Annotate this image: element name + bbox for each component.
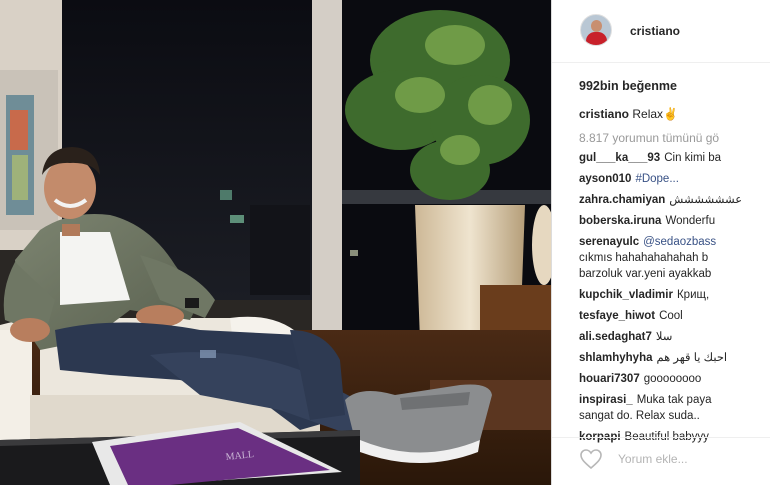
avatar[interactable] (580, 14, 612, 46)
post-header: cristiano (552, 0, 770, 63)
caption: cristiano Relax✌ (579, 107, 678, 121)
view-all-comments-link[interactable]: 8.817 yorumun tümünü gö (579, 131, 719, 145)
comment-username[interactable]: tesfaye_hiwot (579, 310, 655, 322)
add-comment-input[interactable]: Yorum ekle... (618, 452, 688, 466)
comment-item: gul___ka___93 Cin kimi ba (579, 150, 770, 166)
comment-username[interactable]: boberska.iruna (579, 215, 661, 227)
comment-text: Крищ, (676, 289, 710, 301)
comment-item: ali.sedaghat7 سلا (579, 329, 770, 345)
photo-scene: MALL (0, 0, 551, 485)
comment-hashtag[interactable]: #Dope... (635, 173, 678, 185)
comment-text: Wonderfu (665, 215, 716, 227)
avatar-body (586, 32, 607, 45)
comment-list: gul___ka___93 Cin kimi ba ayson010 #Dope..… (579, 150, 770, 450)
comment-username[interactable]: shlamhyhyha (579, 352, 653, 364)
comment-item: zahra.chamiyan عشششششش (579, 192, 770, 208)
comment-text-line: sangat do. Relax suda.. (579, 410, 700, 422)
comments-panel: cristiano 992bin beğenme cristiano Relax… (552, 0, 770, 485)
header-username[interactable]: cristiano (630, 24, 680, 38)
comment-text: Cool (659, 310, 683, 322)
avatar-face (591, 20, 602, 32)
post-photo[interactable]: MALL (0, 0, 551, 485)
comment-text: goooooooo (643, 373, 702, 385)
comment-item: ayson010 #Dope... (579, 171, 770, 187)
caption-text: Relax✌ (632, 107, 678, 121)
comment-text-line: barzoluk var.yeni ayakkab (579, 268, 712, 280)
comment-item: kupchik_vladimir Крищ, (579, 287, 770, 303)
comment-text: عشششششش (669, 194, 743, 206)
comment-username[interactable]: inspirasi_ (579, 394, 633, 406)
comment-mention[interactable]: @sedaozbass (643, 236, 716, 248)
comment-text: Muka tak paya (636, 394, 712, 406)
comment-item: shlamhyhyha احبك يا قهر هم (579, 350, 770, 366)
comment-text-line: cıkmıs hahahahahahah b (579, 252, 709, 264)
comment-footer: Yorum ekle... (552, 437, 770, 485)
heart-icon[interactable] (578, 448, 604, 470)
comment-item: houari7307 goooooooo (579, 371, 770, 387)
comment-item: inspirasi_ Muka tak paya sangat do. Relax… (579, 392, 770, 424)
comment-item: boberska.iruna Wonderfu (579, 213, 770, 229)
comment-item: serenayulc @sedaozbass cıkmıs hahahahahah… (579, 234, 770, 282)
comment-username[interactable]: zahra.chamiyan (579, 194, 665, 206)
comment-text: احبك يا قهر هم (656, 352, 728, 364)
comment-username[interactable]: houari7307 (579, 373, 640, 385)
like-count[interactable]: 992bin beğenme (579, 79, 677, 93)
comment-text: Cin kimi ba (664, 152, 722, 164)
caption-username[interactable]: cristiano (579, 107, 629, 121)
comment-text: سلا (655, 331, 673, 343)
comment-username[interactable]: serenayulc (579, 236, 639, 248)
comment-username[interactable]: kupchik_vladimir (579, 289, 673, 301)
comment-item: tesfaye_hiwot Cool (579, 308, 770, 324)
comment-username[interactable]: ali.sedaghat7 (579, 331, 652, 343)
comment-username[interactable]: ayson010 (579, 173, 631, 185)
comment-username[interactable]: gul___ka___93 (579, 152, 660, 164)
